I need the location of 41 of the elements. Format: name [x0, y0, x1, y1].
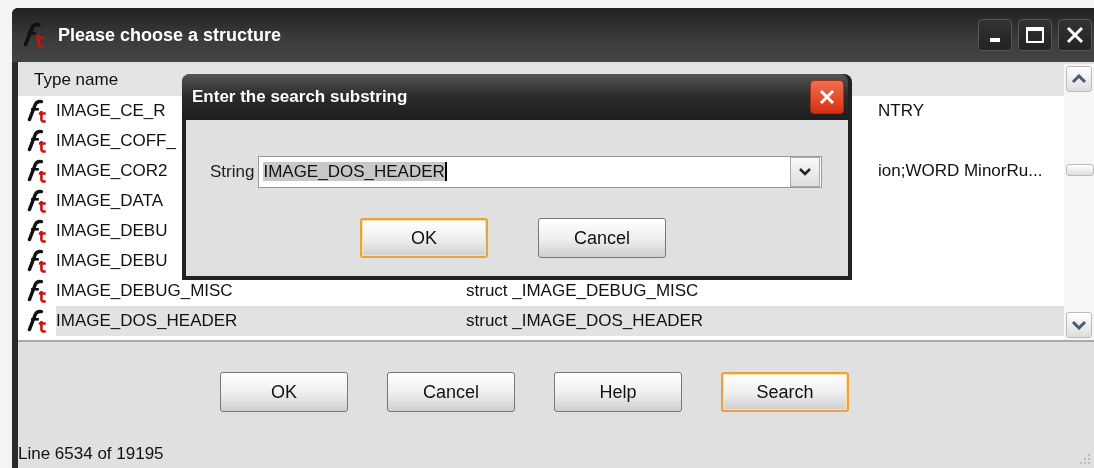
scroll-up-button[interactable]: [1066, 66, 1092, 92]
declaration: struct _IMAGE_DOS_HEADER: [466, 311, 704, 331]
type-name: IMAGE_DEBUG_MISC: [56, 281, 233, 301]
status-text: Line 6534 of 19195: [18, 444, 164, 464]
type-name: IMAGE_DATA: [56, 191, 164, 211]
dropdown-button[interactable]: [790, 157, 821, 187]
chevron-down-icon: [1071, 320, 1087, 330]
window-title: Please choose a structure: [58, 24, 283, 46]
chevron-down-icon: [799, 168, 812, 176]
dialog-button[interactable]: Cancel: [387, 372, 515, 412]
dialog-title: Enter the search substring: [192, 87, 409, 107]
close-button[interactable]: [1058, 19, 1092, 51]
maximize-icon: [1025, 25, 1045, 45]
search-combobox[interactable]: IMAGE_DOS_HEADER: [258, 156, 823, 188]
maximize-button[interactable]: [1018, 19, 1052, 51]
dialog-button[interactable]: Search: [721, 372, 849, 412]
scroll-thumb[interactable]: [1066, 164, 1094, 176]
minimize-icon: [990, 38, 1000, 42]
type-name: IMAGE_DEBU: [56, 221, 168, 241]
type-name: IMAGE_DEBU: [56, 251, 168, 271]
type-name: IMAGE_DOS_HEADER: [56, 311, 238, 331]
dialog-button[interactable]: OK: [360, 218, 488, 258]
declaration: struct _IMAGE_DEBUG_MISC: [466, 281, 699, 301]
type-name: IMAGE_COR2: [56, 161, 168, 181]
dialog-button[interactable]: Help: [554, 372, 682, 412]
minimize-button[interactable]: [978, 19, 1012, 51]
scrollbar[interactable]: [1064, 64, 1094, 340]
chevron-up-icon: [1071, 74, 1087, 84]
field-label: String: [210, 162, 255, 182]
dialog-button[interactable]: Cancel: [538, 218, 666, 258]
resize-grip-icon[interactable]: [1078, 452, 1092, 466]
declaration: NTRY: [878, 101, 924, 121]
type-name: IMAGE_CE_R: [56, 101, 166, 121]
dialog-button[interactable]: OK: [220, 372, 348, 412]
close-icon: [1065, 25, 1085, 45]
declaration: ion;WORD MinorRu...: [878, 161, 1043, 181]
scroll-down-button[interactable]: [1066, 312, 1092, 338]
selected-row[interactable]: IMAGE_DOS_HEADER struct _IMAGE_DOS_HEADER: [56, 306, 1064, 336]
close-button[interactable]: [810, 80, 844, 114]
type-name: IMAGE_COFF_: [56, 131, 176, 151]
close-icon: [817, 87, 837, 107]
